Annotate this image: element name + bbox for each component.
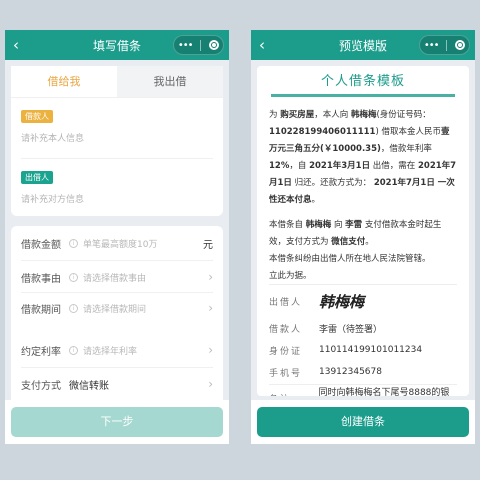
iou-paragraph-1: 为 购买房屋，本人向 韩梅梅(身份证号码：110228199406011111)… [269,110,457,205]
info-circle-icon[interactable]: i [69,238,78,248]
payment-row[interactable]: 支付方式 微信转账 › [11,369,223,399]
amount-unit: 元 [203,239,213,251]
iou-paragraph-2: 本借条自 韩梅梅 向 李雷 支付借款本金时起生效，支付方式为 微信支付。 [269,220,442,247]
payment-label: 支付方式 [21,380,61,392]
amount-row[interactable]: 借款金额 i 单笔最高额度10万 元 [11,228,223,258]
rate-row[interactable]: 约定利率 i 请选择年利率 › [11,335,223,365]
borrower-info-input[interactable]: 请补充本人信息 [21,131,213,144]
fill-iou-screen: ‹ 填写借条 ••• 借给我 我出借 借款人 请补充本人信息 出借人 请补充对方… [5,30,229,444]
tab-lend-to-me[interactable]: 借给我 [11,66,117,97]
back-chevron-icon[interactable]: ‹ [5,36,27,54]
close-target-icon[interactable] [455,40,466,50]
title-underline [271,94,455,97]
sign-key: 手机号 [269,368,303,379]
sign-value: 110114199101011234 [319,345,423,355]
sign-row-id: 身份证 110114199101011234 [269,340,457,360]
close-target-icon[interactable] [209,40,220,50]
reason-label: 借款事由 [21,273,61,285]
bottom-bar: 创建借条 [251,400,475,444]
rate-label: 约定利率 [21,346,61,358]
mini-program-capsule: ••• [419,35,470,55]
reason-select[interactable]: 请选择借款事由 [83,271,208,284]
chevron-right-icon: › [208,270,213,284]
iou-document: 个人借条模板 为 购买房屋，本人向 韩梅梅(身份证号码：110228199406… [257,66,469,396]
sign-row-lender: 出借人 韩梅梅 [269,291,457,311]
chevron-right-icon: › [208,343,213,357]
borrower-tag: 借款人 [21,110,53,123]
rate-select[interactable]: 请选择年利率 [83,344,208,357]
document-title: 个人借条模板 [320,74,405,89]
more-dots-icon[interactable]: ••• [178,40,194,51]
sign-value: 13912345678 [319,367,382,377]
create-iou-button[interactable]: 创建借条 [257,407,469,437]
sign-row-note: 备注 同时向韩梅梅名下尾号8888的银行 [269,388,457,396]
amount-label: 借款金额 [21,239,61,251]
iou-paragraph-4: 立此为据。 [269,271,312,281]
period-label: 借款期间 [21,304,61,316]
sign-key: 身份证 [269,346,303,357]
navbar: ‹ 预览模版 ••• [251,30,475,60]
terms-card: 约定利率 i 请选择年利率 › 支付方式 微信转账 › [11,333,223,405]
amount-input[interactable]: 单笔最高额度10万 [83,237,203,250]
sign-row-borrower: 借款人 李雷（待签署） [269,318,457,338]
next-button[interactable]: 下一步 [11,407,223,437]
navbar: ‹ 填写借条 ••• [5,30,229,60]
lender-info-input[interactable]: 请补充对方信息 [21,192,213,205]
preview-template-screen: ‹ 预览模版 ••• 个人借条模板 为 购买房屋，本人向 韩梅梅(身份证号码：1… [251,30,475,444]
period-row[interactable]: 借款期间 i 请选择借款期间 › [11,293,223,323]
tab-i-lend[interactable]: 我出借 [117,66,223,97]
sign-value: 李雷（待签署） [319,324,383,335]
sign-value: 同时向韩梅梅名下尾号8888的银行 [318,388,450,396]
tab-bar: 借给我 我出借 [11,66,223,98]
sign-row-phone: 手机号 13912345678 [269,362,457,382]
mini-program-capsule: ••• [173,35,224,55]
info-circle-icon[interactable]: i [69,345,78,355]
chevron-right-icon: › [208,301,213,315]
sign-key: 备注 [269,392,319,397]
info-circle-icon[interactable]: i [69,272,78,282]
bottom-bar: 下一步 [5,400,229,444]
iou-paragraph-3: 本借条纠纷由出借人所在地人民法院管辖。 [269,254,431,264]
info-circle-icon[interactable]: i [69,303,78,313]
lender-tag: 出借人 [21,171,53,184]
period-select[interactable]: 请选择借款期间 [83,302,208,315]
reason-row[interactable]: 借款事由 i 请选择借款事由 › [11,262,223,292]
sign-key: 出借人 [269,297,303,308]
sign-key: 借款人 [269,324,303,335]
parties-card: 借给我 我出借 借款人 请补充本人信息 出借人 请补充对方信息 [11,66,223,216]
back-chevron-icon[interactable]: ‹ [251,36,273,54]
chevron-right-icon: › [208,377,213,391]
payment-select[interactable]: 微信转账 [69,377,208,392]
more-dots-icon[interactable]: ••• [424,40,440,51]
lender-signature: 韩梅梅 [319,292,365,311]
